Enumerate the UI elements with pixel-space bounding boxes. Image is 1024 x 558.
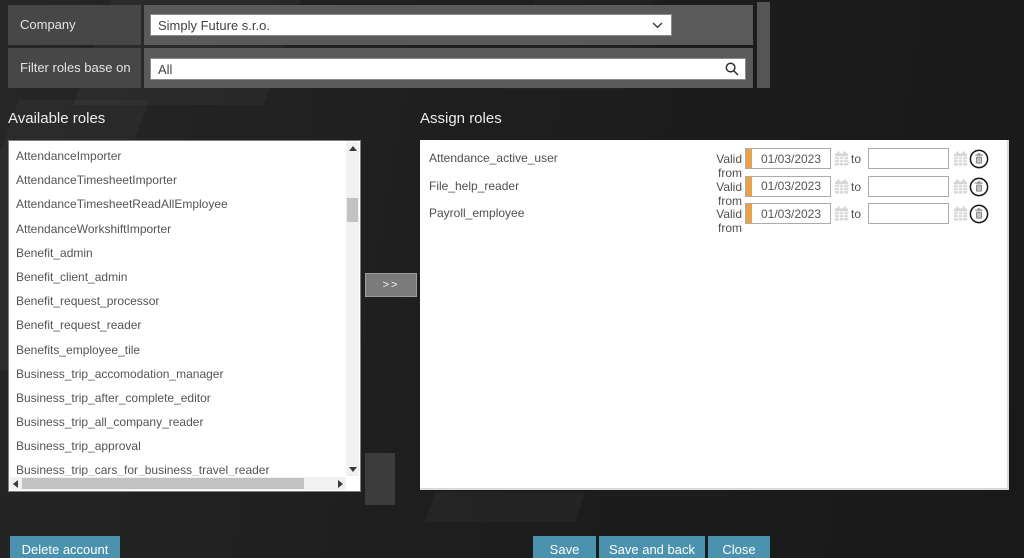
move-roles-button[interactable]: >> (365, 273, 417, 297)
list-item[interactable]: Business_trip_after_complete_editor (9, 386, 343, 410)
valid-to-input[interactable] (868, 203, 949, 224)
trash-icon (969, 149, 989, 169)
horizontal-scrollbar-thumb[interactable] (22, 478, 304, 489)
valid-from-input[interactable] (752, 149, 830, 168)
list-item[interactable]: Business_trip_approval (9, 434, 343, 458)
to-label: to (851, 207, 862, 221)
vertical-scrollbar-thumb[interactable] (347, 198, 358, 222)
delete-role-button[interactable] (969, 149, 989, 169)
to-label: to (851, 179, 862, 194)
close-button[interactable]: Close (708, 536, 770, 558)
scroll-left-icon[interactable] (13, 480, 18, 488)
filter-roles-label: Filter roles base on (8, 48, 141, 88)
delete-role-button[interactable] (969, 204, 989, 224)
chevron-down-icon (652, 21, 671, 29)
calendar-icon[interactable] (834, 178, 849, 194)
search-icon[interactable] (724, 61, 745, 77)
list-item[interactable]: Business_trip_cars_for_business_travel_r… (9, 458, 343, 476)
delete-account-button[interactable]: Delete account (10, 536, 120, 558)
filter-field-cell (144, 48, 753, 88)
calendar-icon[interactable] (834, 151, 849, 166)
to-label: to (851, 152, 862, 166)
horizontal-scrollbar[interactable] (10, 477, 346, 490)
list-item[interactable]: Benefit_client_admin (9, 265, 343, 289)
list-item[interactable]: Business_trip_accomodation_manager (9, 362, 343, 386)
calendar-icon[interactable] (953, 151, 968, 166)
list-item[interactable]: Benefits_employee_tile (9, 338, 343, 362)
calendar-icon[interactable] (953, 178, 968, 194)
list-item[interactable]: AttendanceImporter (9, 144, 343, 168)
available-roles-list[interactable]: AttendanceImporter AttendanceTimesheetIm… (8, 140, 361, 492)
available-roles-items: AttendanceImporter AttendanceTimesheetIm… (9, 144, 343, 476)
available-roles-title: Available roles (8, 110, 106, 127)
assign-role-row: Payroll_employee Valid from to (420, 202, 1007, 235)
save-button[interactable]: Save (533, 536, 596, 558)
role-filter-searchbox (150, 58, 746, 80)
valid-from-field (745, 203, 831, 224)
trash-icon (969, 177, 989, 196)
assign-role-row: Attendance_active_user Valid from to (420, 147, 1007, 180)
assigned-role-name: File_help_reader (429, 178, 520, 193)
list-item[interactable]: AttendanceTimesheetReadAllEmployee (9, 192, 343, 216)
valid-to-input[interactable] (868, 148, 949, 169)
role-filter-input[interactable] (151, 60, 724, 78)
valid-from-field (745, 175, 831, 197)
valid-from-label: Valid from (716, 207, 742, 235)
list-item[interactable]: Benefit_request_reader (9, 313, 343, 337)
list-item[interactable]: Business_trip_all_company_reader (9, 410, 343, 434)
scroll-down-icon[interactable] (349, 467, 357, 472)
valid-from-field (745, 148, 831, 169)
vertical-scrollbar[interactable] (346, 142, 359, 476)
delete-role-button[interactable] (969, 177, 989, 197)
calendar-icon[interactable] (834, 206, 849, 221)
valid-to-input[interactable] (868, 175, 949, 197)
list-item[interactable]: AttendanceTimesheetImporter (9, 168, 343, 192)
company-label: Company (8, 5, 141, 45)
valid-from-input[interactable] (752, 176, 830, 196)
scroll-right-icon[interactable] (338, 480, 343, 488)
trash-icon (969, 204, 989, 224)
list-item[interactable]: Benefit_admin (9, 241, 343, 265)
valid-from-input[interactable] (752, 204, 830, 223)
calendar-icon[interactable] (953, 206, 968, 221)
company-field-cell: Simply Future s.r.o. (144, 5, 753, 45)
assigned-role-name: Payroll_employee (429, 206, 525, 220)
panel-side-strip (757, 2, 770, 88)
assign-roles-panel: Attendance_active_user Valid from to Fil… (420, 140, 1009, 490)
company-select[interactable]: Simply Future s.r.o. (150, 14, 672, 36)
company-select-value: Simply Future s.r.o. (158, 17, 270, 33)
assigned-role-name: Attendance_active_user (429, 151, 558, 165)
assign-roles-title: Assign roles (420, 110, 502, 127)
save-and-back-button[interactable]: Save and back (599, 536, 705, 558)
list-item[interactable]: AttendanceWorkshiftImporter (9, 217, 343, 241)
scroll-up-icon[interactable] (349, 146, 357, 151)
background-shape (365, 453, 395, 505)
assign-role-row: File_help_reader Valid from to (420, 175, 1007, 208)
background-shape (425, 492, 586, 522)
list-item[interactable]: Benefit_request_processor (9, 289, 343, 313)
account-roles-screen: Company Simply Future s.r.o. Filter role… (0, 0, 1024, 558)
